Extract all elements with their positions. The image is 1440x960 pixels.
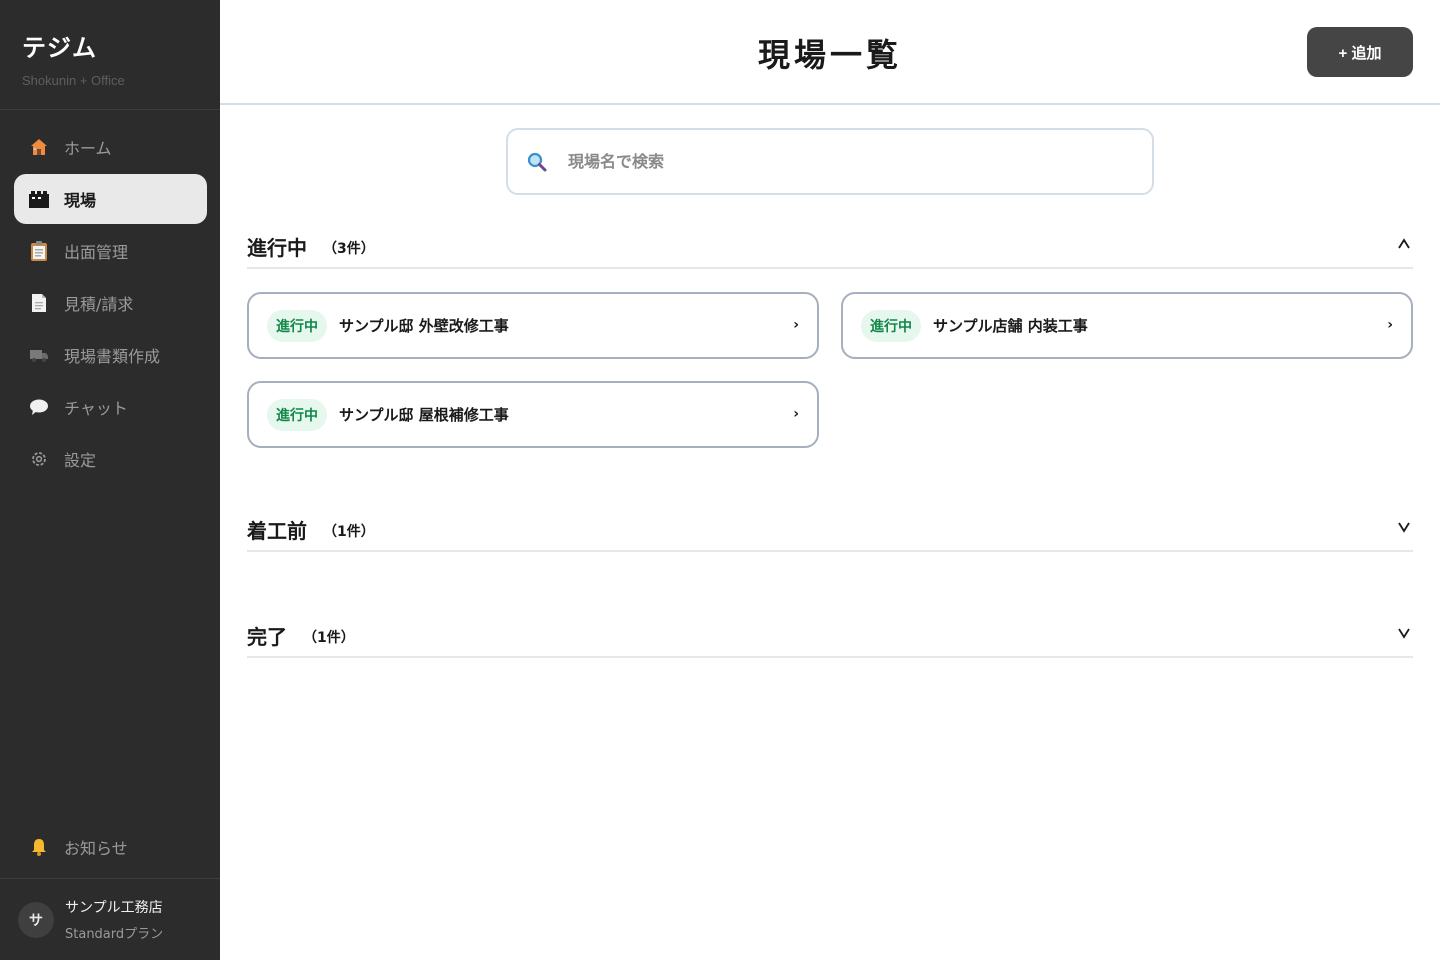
status-badge: 進行中: [861, 309, 921, 342]
brand-title: テジム: [22, 34, 97, 62]
sidebar: テジム Shokunin + Office ホーム 現場 出面管理 見積/請求 …: [0, 0, 220, 960]
chevron-down-icon[interactable]: [1397, 625, 1411, 639]
section-not-started-header[interactable]: 着工前 （1件）: [247, 508, 1413, 552]
section-count: （3件）: [323, 240, 375, 257]
search-icon: [526, 151, 548, 173]
brand-subtitle: Shokunin + Office: [22, 73, 125, 88]
sidebar-item-label: 出面管理: [64, 243, 129, 262]
page-title: 現場一覧: [757, 36, 902, 74]
section-count: （1件）: [303, 629, 355, 646]
section-in-progress-header[interactable]: 進行中 （3件）: [247, 225, 1413, 269]
account-name: サンプル工務店: [65, 900, 163, 916]
page-header: 現場一覧 + 追加: [220, 0, 1440, 105]
sidebar-item-home[interactable]: ホーム: [14, 122, 207, 172]
site-icon: [28, 188, 50, 210]
section-completed-header[interactable]: 完了 （1件）: [247, 614, 1413, 658]
search-box: [506, 128, 1154, 195]
section-title: 進行中: [247, 235, 307, 260]
sidebar-item-label: ホーム: [64, 139, 112, 158]
status-badge: 進行中: [267, 309, 327, 342]
chevron-right-icon: ›: [793, 406, 799, 422]
search-input[interactable]: [568, 152, 1108, 171]
sidebar-item-settings[interactable]: 設定: [14, 434, 207, 484]
sidebar-item-sites[interactable]: 現場: [14, 174, 207, 224]
section-title: 完了: [247, 624, 287, 649]
site-name: サンプル邸 外壁改修工事: [339, 317, 509, 335]
sidebar-item-notifications[interactable]: お知らせ: [14, 822, 207, 872]
gear-icon: [28, 448, 50, 470]
account-switcher[interactable]: サ サンプル工務店 Standardプラン: [0, 878, 220, 960]
sidebar-item-label: 現場書類作成: [64, 347, 161, 366]
sidebar-nav: ホーム 現場 出面管理 見積/請求 現場書類作成 チャット 設定: [14, 122, 207, 486]
chevron-down-icon[interactable]: [1397, 519, 1411, 533]
sidebar-item-chat[interactable]: チャット: [14, 382, 207, 432]
notifications-label: お知らせ: [64, 839, 128, 858]
bell-icon: [28, 836, 50, 858]
status-badge: 進行中: [267, 398, 327, 431]
chevron-right-icon: ›: [793, 317, 799, 333]
sidebar-item-label: 設定: [64, 451, 97, 470]
sidebar-item-label: 現場: [64, 191, 97, 210]
site-card[interactable]: 進行中 サンプル店舗 内装工事 ›: [841, 292, 1413, 359]
avatar: サ: [18, 901, 54, 938]
account-info: サンプル工務店 Standardプラン: [65, 897, 163, 942]
site-name: サンプル店舗 内装工事: [933, 317, 1088, 335]
site-name: サンプル邸 屋根補修工事: [339, 406, 509, 424]
clipboard-icon: [28, 240, 50, 262]
document-icon: [28, 292, 50, 314]
house-icon: [28, 136, 50, 158]
add-site-button[interactable]: + 追加: [1307, 27, 1413, 77]
sidebar-item-site-documents[interactable]: 現場書類作成: [14, 330, 207, 380]
site-card[interactable]: 進行中 サンプル邸 外壁改修工事 ›: [247, 292, 819, 359]
sidebar-item-label: チャット: [64, 399, 128, 418]
speech-bubble-icon: [28, 396, 50, 418]
chevron-right-icon: ›: [1387, 317, 1393, 333]
truck-icon: [28, 344, 50, 366]
section-count: （1件）: [323, 523, 375, 540]
sidebar-item-attendance[interactable]: 出面管理: [14, 226, 207, 276]
sidebar-item-label: 見積/請求: [64, 295, 134, 314]
account-plan: Standardプラン: [65, 927, 164, 942]
section-title: 着工前: [247, 518, 307, 543]
sidebar-item-estimate-invoice[interactable]: 見積/請求: [14, 278, 207, 328]
brand: テジム Shokunin + Office: [0, 0, 220, 110]
site-card[interactable]: 進行中 サンプル邸 屋根補修工事 ›: [247, 381, 819, 448]
chevron-up-icon[interactable]: [1397, 236, 1411, 250]
